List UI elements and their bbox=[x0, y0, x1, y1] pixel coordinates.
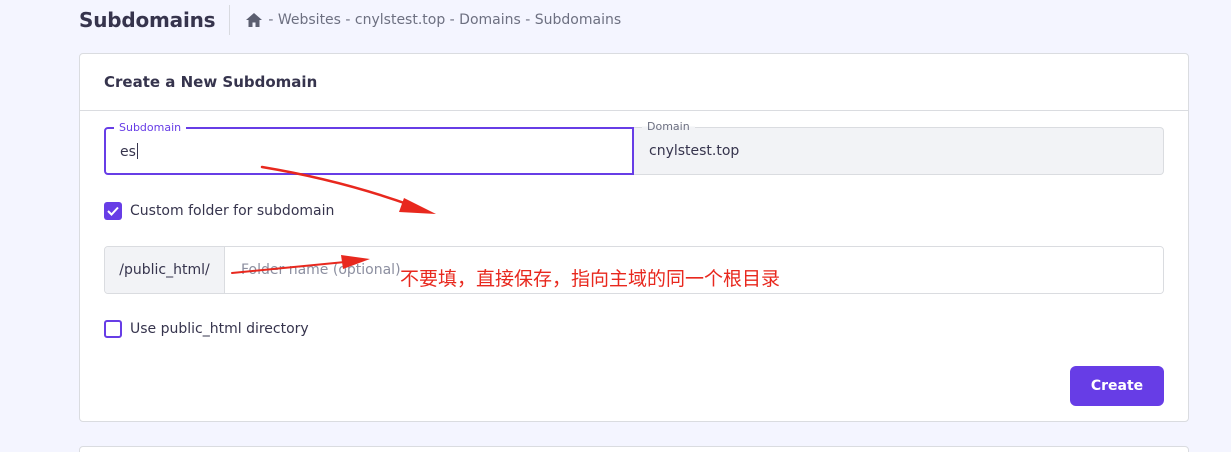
create-button[interactable]: Create bbox=[1070, 366, 1164, 406]
custom-folder-checkbox[interactable] bbox=[104, 202, 122, 220]
card-title: Create a New Subdomain bbox=[104, 73, 318, 91]
domain-field: Domain cnylstest.top bbox=[634, 120, 1164, 175]
text-caret bbox=[136, 143, 138, 159]
custom-folder-label: Custom folder for subdomain bbox=[130, 203, 335, 219]
check-icon bbox=[107, 206, 119, 216]
page-title: Subdomains bbox=[79, 8, 216, 32]
create-subdomain-card: Create a New Subdomain Subdomain es Doma… bbox=[79, 53, 1189, 422]
annotation-text: 不要填，直接保存，指向主域的同一个根目录 bbox=[400, 268, 781, 290]
card-header: Create a New Subdomain bbox=[80, 54, 1188, 111]
folder-prefix: /public_html/ bbox=[105, 247, 225, 293]
public-html-checkbox[interactable] bbox=[104, 320, 122, 338]
subdomain-label: Subdomain bbox=[114, 121, 187, 134]
next-card bbox=[79, 446, 1189, 452]
subdomain-value: es bbox=[120, 143, 138, 160]
domain-label: Domain bbox=[642, 120, 695, 133]
home-icon[interactable] bbox=[246, 13, 263, 27]
domain-value: cnylstest.top bbox=[649, 143, 740, 159]
subdomain-input[interactable]: Subdomain es bbox=[104, 121, 634, 175]
page-header: Subdomains - Websites - cnylstest.top - … bbox=[79, 0, 1199, 40]
breadcrumb: - Websites - cnylstest.top - Domains - S… bbox=[246, 12, 621, 28]
breadcrumb-path[interactable]: - Websites - cnylstest.top - Domains - S… bbox=[268, 12, 621, 28]
subdomain-field-row: Subdomain es Domain cnylstest.top bbox=[104, 120, 1164, 175]
header-divider bbox=[229, 5, 231, 35]
public-html-label: Use public_html directory bbox=[130, 321, 309, 337]
custom-folder-option[interactable]: Custom folder for subdomain bbox=[104, 202, 334, 220]
public-html-option[interactable]: Use public_html directory bbox=[104, 320, 309, 338]
